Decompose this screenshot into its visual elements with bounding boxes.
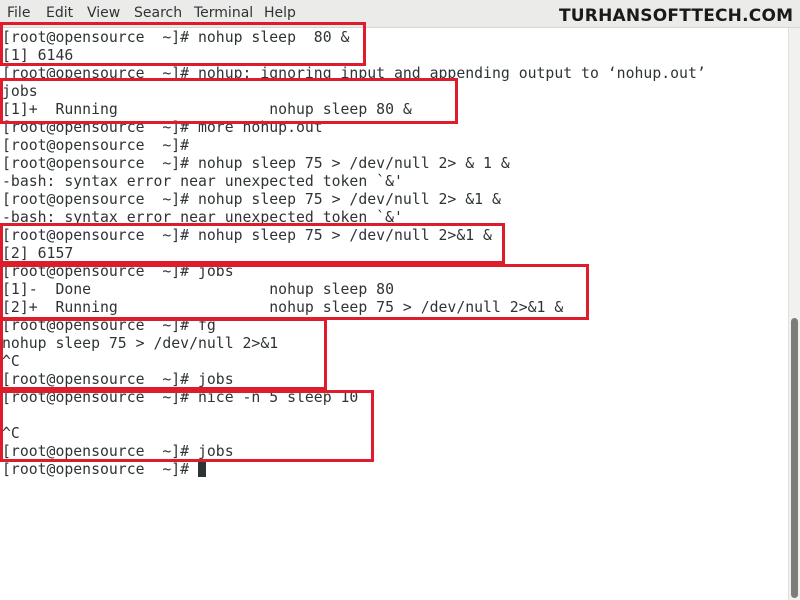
terminal-line: [root@opensource ~]# nohup sleep 75 > /d… [2,155,510,172]
watermark-logo: TURHANSOFTTECH.COM [559,6,794,26]
text-cursor [198,461,206,477]
highlight-box [0,223,505,264]
highlight-box [0,22,366,66]
highlight-box [0,264,589,320]
scrollbar-thumb[interactable] [791,318,798,598]
prompt-text: [root@opensource ~]# [2,461,198,478]
menu-search[interactable]: Search [134,5,182,22]
menu-file[interactable]: File [7,5,30,22]
highlight-box [0,318,327,390]
terminal-prompt-line: [root@opensource ~]# [2,461,206,479]
menu-edit[interactable]: Edit [46,5,73,22]
menu-terminal[interactable]: Terminal [194,5,253,22]
highlight-box [0,78,458,124]
terminal-line: [root@opensource ~]# [2,137,190,154]
terminal-line: [root@opensource ~]# nohup sleep 75 > /d… [2,191,501,208]
menu-view[interactable]: View [87,5,120,22]
menu-help[interactable]: Help [264,5,296,22]
highlight-box [0,390,374,462]
terminal-line: -bash: syntax error near unexpected toke… [2,173,403,190]
